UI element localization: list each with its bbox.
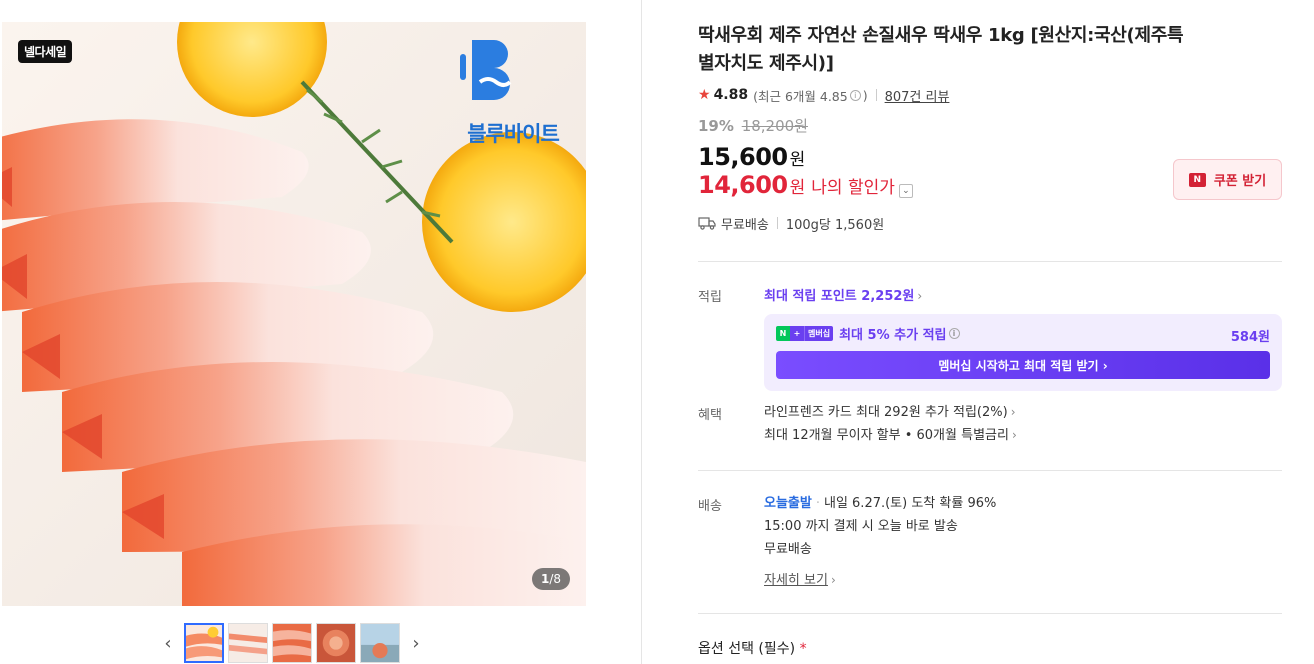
coupon-button-label: 쿠폰 받기 [1213, 174, 1267, 189]
delivery-arrival-row: 오늘출발 · 내일 6.27.(토) 도착 확률 96% [764, 496, 997, 511]
membership-start-button[interactable]: 멤버십 시작하고 최대 적립 받기 › [776, 351, 1270, 379]
thumbnail-1[interactable] [184, 623, 224, 663]
rating-score: 4.88 [713, 87, 749, 103]
section-divider [698, 613, 1282, 614]
chevron-right-icon: › [830, 573, 836, 587]
benefit-installment-text: 최대 12개월 무이자 할부 • 60개월 특별금리 [764, 428, 1009, 443]
divider [776, 217, 778, 229]
delivery-detail-link[interactable]: 자세히 보기 [764, 573, 828, 588]
unit-price: 100g당 1,560원 [785, 217, 885, 233]
thumbnail-next-button[interactable]: › [404, 631, 428, 655]
info-icon[interactable]: i [948, 327, 960, 339]
chevron-right-icon: › [1010, 405, 1016, 419]
membership-extra-amount: 584원 [1230, 330, 1270, 345]
discount-rate: 19% [698, 117, 734, 135]
membership-extra-label: 최대 5% 추가 적립 [839, 327, 947, 343]
my-price-unit: 원 [789, 178, 806, 198]
rating-recent: (최근 6개월 4.85 [753, 88, 848, 104]
review-count-link[interactable]: 807건 리뷰 [885, 86, 950, 105]
benefits-label: 혜택 [698, 408, 722, 423]
chevron-right-icon: › [1011, 428, 1017, 442]
info-icon[interactable]: i [849, 89, 861, 101]
delivery-section: 오늘출발 · 내일 6.27.(토) 도착 확률 96% 15:00 까지 결제 시… [764, 492, 1282, 592]
thumbnail-3[interactable] [272, 623, 312, 663]
today-dispatch-badge: 오늘출발 [764, 496, 812, 511]
chevron-right-icon: › [917, 289, 923, 303]
product-title: 딱새우회 제주 자연산 손질새우 딱새우 1kg [원산지:국산(제주특별자치도… [698, 25, 1184, 74]
star-icon: ★ [698, 87, 711, 103]
sale-price: 15,600 [698, 143, 788, 171]
brand-name: 블루바이트 [467, 122, 560, 146]
membership-points-box: N + 멤버십 최대 5% 추가 적립 i 584원 멤버십 시작하고 최대 적립 … [764, 314, 1282, 391]
sale-badge: 넬다세일 [18, 40, 73, 63]
thumbnail-2[interactable] [228, 623, 268, 663]
product-page: 넬다세일 블루바이트 1/8 ‹ › 딱새우회 제주 자연산 손질새우 딱새우 … [0, 0, 1314, 664]
image-counter-total: /8 [549, 572, 561, 586]
truck-icon [698, 217, 716, 230]
section-divider [698, 470, 1282, 471]
delivery-detail-row: 자세히 보기 › [764, 569, 1282, 592]
section-divider [698, 261, 1282, 262]
max-points-text: 최대 적립 포인트 2,252원 [764, 289, 915, 304]
rating-close: ) [862, 87, 868, 103]
brand-b-icon [460, 40, 512, 100]
shipping-fee: 무료배송 [721, 217, 769, 233]
image-counter: 1/8 [531, 568, 570, 590]
benefits-section: 라인프렌즈 카드 최대 292원 추가 적립(2%) › 최대 12개월 무이자 … [764, 401, 1282, 447]
thumbnail-4[interactable] [316, 623, 356, 663]
my-discount-price: 14,600 [698, 171, 788, 199]
chevron-down-icon[interactable]: ⌄ [898, 184, 913, 198]
rating-row: ★ 4.88 (최근 6개월 4.85 i ) 807건 리뷰 [698, 85, 1282, 105]
points-label: 적립 [698, 290, 722, 305]
membership-extra-row: N + 멤버십 최대 5% 추가 적립 i [776, 324, 1270, 343]
points-section: 최대 적립 포인트 2,252원 › N + 멤버십 최대 5% 추가 적립 i 58… [764, 285, 1282, 391]
option-select-label: 옵션 선택 (필수) [698, 641, 796, 657]
delivery-label: 배송 [698, 499, 722, 514]
required-mark: * [799, 641, 807, 657]
delivery-fee: 무료배송 [764, 542, 812, 557]
main-product-image[interactable]: 넬다세일 블루바이트 1/8 [2, 22, 586, 606]
arrival-estimate: 내일 6.27.(토) 도착 확률 96% [823, 496, 997, 511]
brand-logo: 블루바이트 [456, 40, 570, 148]
max-points-link[interactable]: 최대 적립 포인트 2,252원 › [764, 285, 1282, 304]
dispatch-cutoff: 15:00 까지 결제 시 오늘 바로 발송 [764, 519, 958, 534]
original-price: 18,200원 [741, 117, 808, 135]
divider [875, 89, 877, 101]
thumbnail-prev-button[interactable]: ‹ [156, 631, 180, 655]
shipping-row: 무료배송 100g당 1,560원 [698, 214, 1282, 233]
option-select-title: 옵션 선택 (필수) * [698, 638, 807, 658]
thumbnail-5[interactable] [360, 623, 400, 663]
product-gallery: 넬다세일 블루바이트 1/8 ‹ › [0, 0, 642, 664]
benefit-card-text: 라인프렌즈 카드 최대 292원 추가 적립(2%) [764, 405, 1008, 420]
my-price-label: 나의 할인가 [811, 178, 895, 198]
benefit-installment-link[interactable]: 최대 12개월 무이자 할부 • 60개월 특별금리 › [764, 424, 1282, 447]
sale-price-unit: 원 [789, 150, 806, 170]
original-price-row: 19% 18,200원 [698, 115, 1282, 135]
benefit-card-link[interactable]: 라인프렌즈 카드 최대 292원 추가 적립(2%) › [764, 401, 1282, 424]
thumbnail-strip: ‹ › [156, 622, 428, 664]
coupon-button[interactable]: N 쿠폰 받기 [1173, 159, 1282, 200]
product-info: 딱새우회 제주 자연산 손질새우 딱새우 1kg [원산지:국산(제주특별자치도… [698, 22, 1282, 657]
naver-membership-badge: N + 멤버십 [776, 325, 834, 341]
naver-n-icon: N [1188, 172, 1206, 187]
